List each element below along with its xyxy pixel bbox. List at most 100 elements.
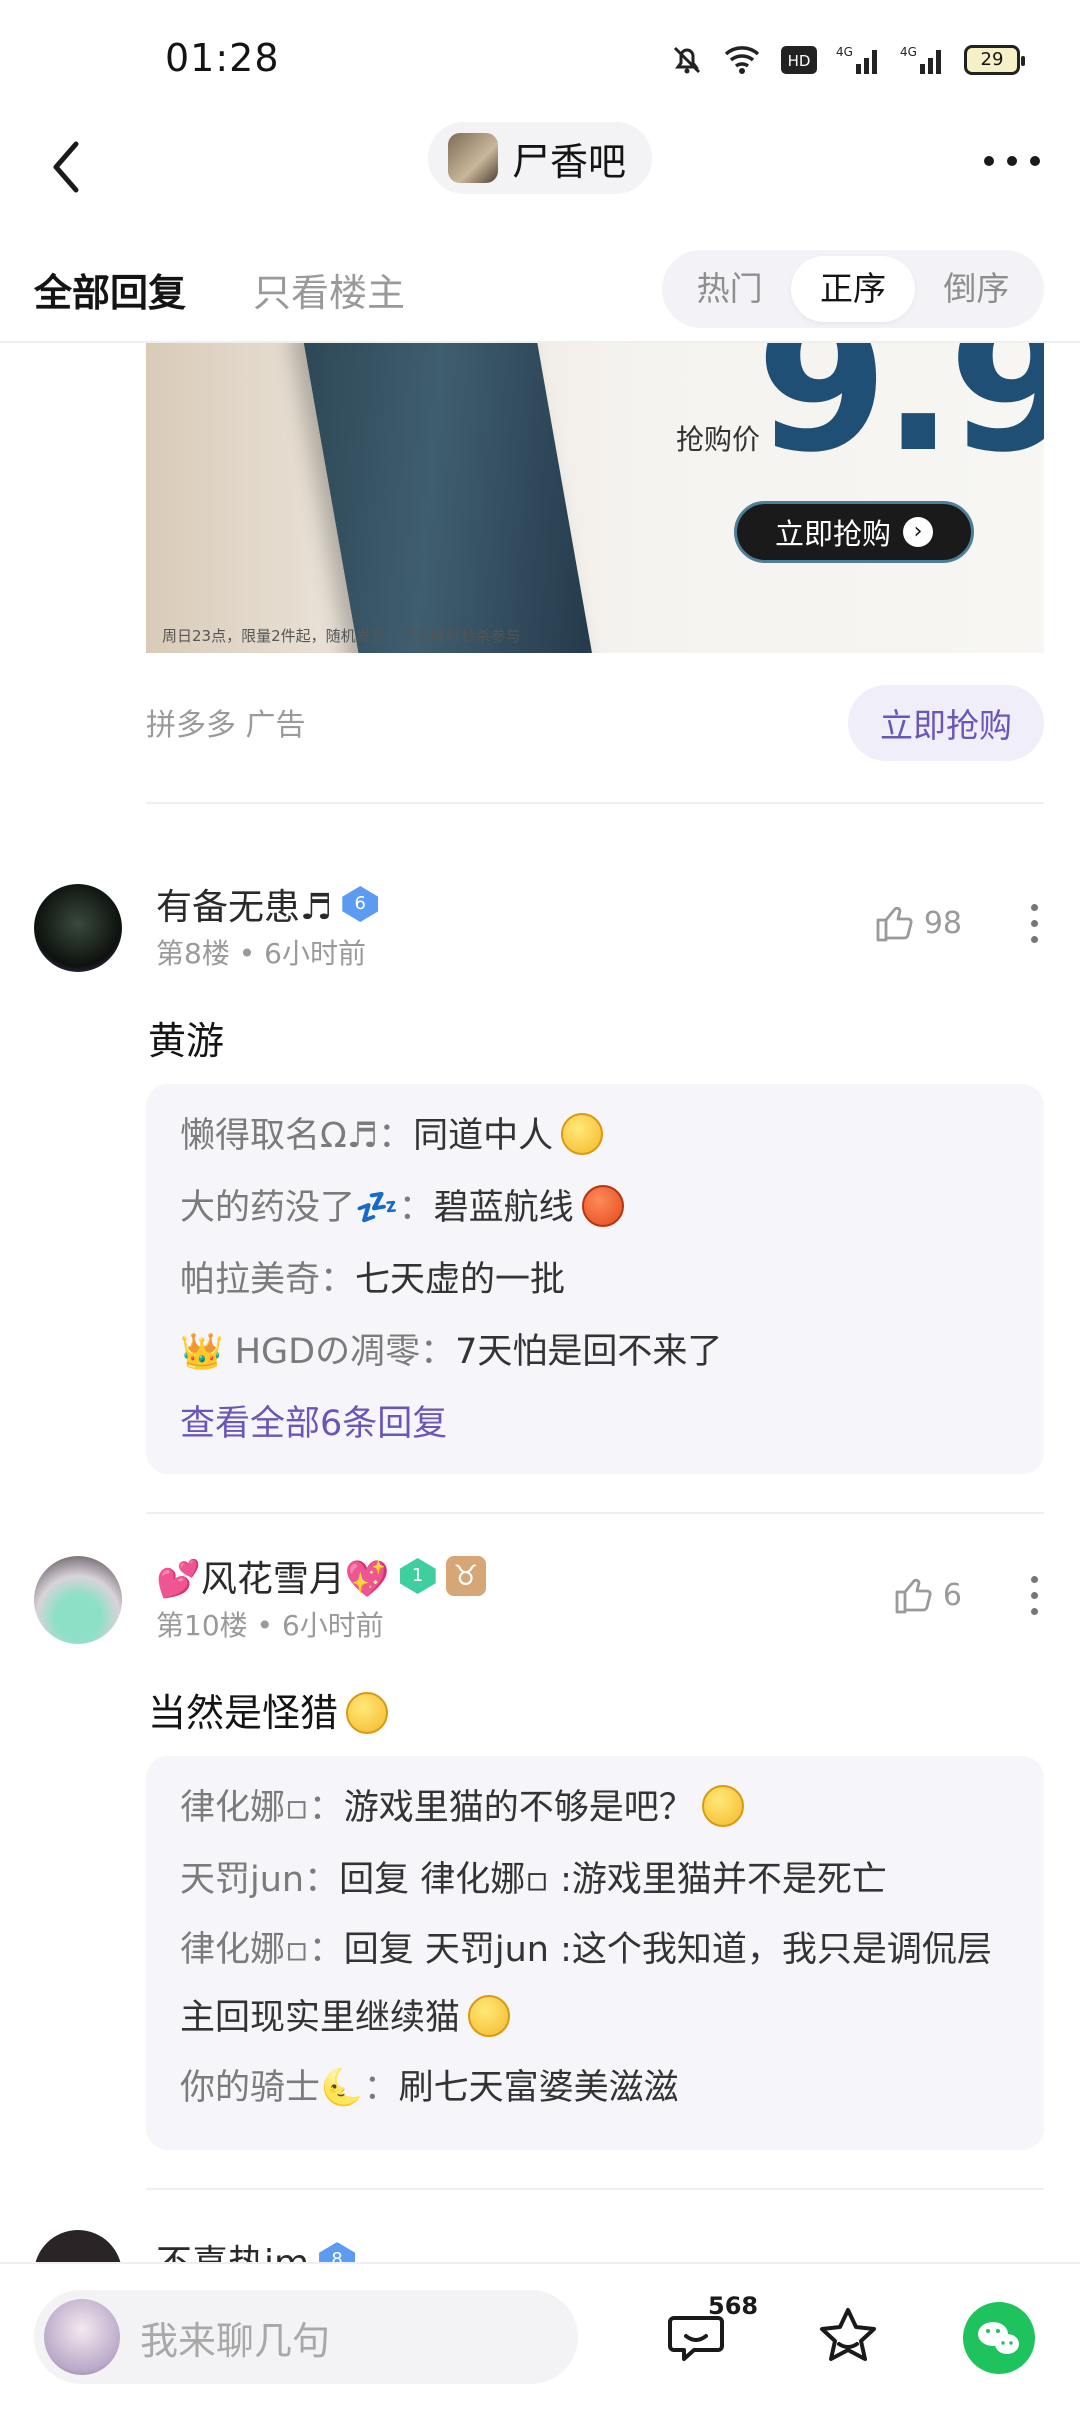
my-avatar [44, 2299, 120, 2375]
post-floor-next: 不喜热im 8 [0, 2230, 1080, 2262]
avatar[interactable] [34, 1556, 122, 1644]
sub-reply[interactable]: 大的药没了💤：碧蓝航线 [180, 1172, 1010, 1244]
mute-bell-icon [673, 46, 701, 74]
avatar[interactable] [34, 2230, 122, 2262]
sub-reply-user: 律化娜▫ [180, 1788, 309, 1828]
avatar[interactable] [34, 884, 122, 972]
level-badge-icon: 1 [399, 1558, 436, 1594]
tab-op-only[interactable]: 只看楼主 [253, 262, 405, 317]
sub-reply-user: 懒得取名Ω♬ [180, 1116, 379, 1156]
smile-emoji-icon [561, 1113, 604, 1155]
post-content: 当然是怪猎 [148, 1682, 389, 1737]
like-button[interactable]: 6 [893, 1574, 962, 1616]
more-menu-icon[interactable] [984, 156, 1040, 166]
divider [146, 802, 1044, 804]
sub-reply-text: 刷七天富婆美滋滋 [398, 2068, 679, 2108]
wechat-glyph-icon [978, 2322, 1019, 2354]
status-bar: 01:28 HD 4G 4G 29 [0, 0, 1080, 110]
sub-reply[interactable]: 律化娜▫：回复 天罚jun :这个我知道，我只是调侃层主回现实里继续猫 [180, 1916, 1010, 2052]
tab-all-replies[interactable]: 全部回复 [34, 262, 186, 317]
username-text: 不喜热im [156, 2234, 309, 2262]
ad-cta-button[interactable]: 立即抢购 [848, 685, 1044, 761]
comment-count-badge: 568 [708, 2292, 759, 2320]
post-more-icon[interactable] [1031, 904, 1038, 943]
post-floor-time: 第10楼 • 6小时前 [156, 1609, 384, 1642]
sort-ascending[interactable]: 正序 [791, 256, 915, 322]
sub-replies[interactable]: 律化娜▫：游戏里猫的不够是吧？ 天罚jun：回复 律化娜▫ :游戏里猫并不是死亡… [146, 1756, 1044, 2150]
sub-reply-user: 👑 HGDの凋零 [180, 1332, 421, 1372]
sub-reply-text: 七天虚的一批 [355, 1260, 566, 1300]
wifi-icon [724, 46, 760, 74]
level-badge-icon: 8 [319, 2242, 356, 2262]
bottom-action-bar: 我来聊几句 568 [0, 2262, 1080, 2412]
signal-4g-icon: 4G [900, 45, 941, 74]
divider [146, 2188, 1044, 2190]
status-icons: HD 4G 4G 29 [670, 38, 1025, 82]
svg-text:HD: HD [788, 52, 811, 70]
battery-icon: 29 [964, 45, 1025, 75]
username-text: 💕风花雪月💖 [156, 1559, 390, 1600]
hd-icon: HD [781, 46, 817, 74]
ad-source: 拼多多 广告 [146, 708, 306, 743]
back-arrow-icon[interactable] [42, 136, 92, 198]
laugh-emoji-icon [701, 1785, 744, 1827]
wechat-share-icon[interactable] [963, 2302, 1035, 2374]
view-all-replies-link[interactable]: 查看全部6条回复 [180, 1388, 1010, 1460]
sub-reply-text: 游戏里猫的不够是吧？ [343, 1788, 694, 1828]
thumbs-up-icon [895, 1578, 932, 1614]
sort-segmented-control: 热门 正序 倒序 [662, 250, 1044, 328]
sub-reply[interactable]: 帕拉美奇：七天虚的一批 [180, 1244, 1010, 1316]
taurus-badge-icon: ♉ [445, 1556, 486, 1596]
sub-reply-text: 回复 律化娜▫ :游戏里猫并不是死亡 [339, 1860, 887, 1900]
ad-fine-print: 周日23点，限量2件起，随机发货，点击限时秒杀参与 [162, 627, 521, 645]
sub-reply-user: 帕拉美奇 [180, 1260, 321, 1300]
post-more-icon[interactable] [1031, 1576, 1038, 1615]
sub-reply[interactable]: 天罚jun：回复 律化娜▫ :游戏里猫并不是死亡 [180, 1844, 1010, 1916]
like-count: 98 [923, 905, 962, 941]
forum-avatar [448, 133, 498, 183]
post-username[interactable]: 不喜热im 8 [156, 2234, 356, 2262]
angry-emoji-icon [581, 1185, 624, 1227]
like-count: 6 [942, 1577, 962, 1613]
smile-emoji-icon [346, 1692, 389, 1734]
post-floor-time: 第8楼 • 6小时前 [156, 937, 366, 970]
ad-price: 9.9 [756, 343, 1044, 494]
thumbs-up-icon [876, 906, 913, 942]
top-nav: 尸香吧 [0, 110, 1080, 225]
forum-name: 尸香吧 [512, 139, 627, 184]
sub-reply[interactable]: 你的骑士🌜：刷七天富婆美滋滋 [180, 2052, 1010, 2124]
sub-reply[interactable]: 👑 HGDの凋零：7天怕是回不来了 [180, 1316, 1010, 1388]
post-username[interactable]: 💕风花雪月💖 1 ♉ [156, 1550, 486, 1602]
sub-reply-text: 碧蓝航线 [433, 1188, 574, 1228]
comment-input[interactable]: 我来聊几句 [34, 2290, 578, 2384]
username-text: 有备无患♬ [156, 887, 333, 928]
level-badge-icon: 6 [342, 886, 379, 922]
sort-hot[interactable]: 热门 [668, 256, 791, 322]
sub-reply[interactable]: 律化娜▫：游戏里猫的不够是吧？ [180, 1772, 1010, 1844]
sort-descending[interactable]: 倒序 [915, 256, 1038, 322]
divider [146, 1512, 1044, 1514]
star-favorite-icon[interactable] [815, 2304, 881, 2370]
reply-filter-bar: 全部回复 只看楼主 热门 正序 倒序 [0, 228, 1080, 343]
svg-text:4G: 4G [900, 45, 917, 59]
ad-banner[interactable]: 9.9 抢购价 立即抢购 › 周日23点，限量2件起，随机发货，点击限时秒杀参与 [146, 343, 1044, 653]
svg-text:4G: 4G [836, 45, 853, 59]
post-content-text: 当然是怪猎 [148, 1691, 339, 1735]
battery-level: 29 [980, 49, 1004, 70]
sub-reply-user: 大的药没了💤 [180, 1188, 399, 1228]
ad-banner-button-label: 立即抢购 [774, 517, 891, 551]
ad-banner-button[interactable]: 立即抢购 › [734, 501, 974, 563]
sub-reply-user: 你的骑士🌜 [180, 2068, 364, 2108]
post-username[interactable]: 有备无患♬ 6 [156, 878, 379, 930]
laugh-emoji-icon [468, 1995, 511, 2037]
sub-reply[interactable]: 懒得取名Ω♬：同道中人 [180, 1100, 1010, 1172]
sub-reply-text: 同道中人 [413, 1116, 554, 1156]
comment-input-placeholder: 我来聊几句 [140, 2318, 331, 2363]
signal-4g-icon: 4G [836, 45, 877, 74]
sub-reply-user: 律化娜▫ [180, 1930, 309, 1970]
like-button[interactable]: 98 [874, 902, 962, 944]
forum-pill[interactable]: 尸香吧 [428, 122, 653, 194]
sub-replies[interactable]: 懒得取名Ω♬：同道中人 大的药没了💤：碧蓝航线 帕拉美奇：七天虚的一批 👑 HG… [146, 1084, 1044, 1474]
ad-price-label: 抢购价 [676, 423, 761, 456]
chevron-right-icon: › [903, 517, 933, 547]
